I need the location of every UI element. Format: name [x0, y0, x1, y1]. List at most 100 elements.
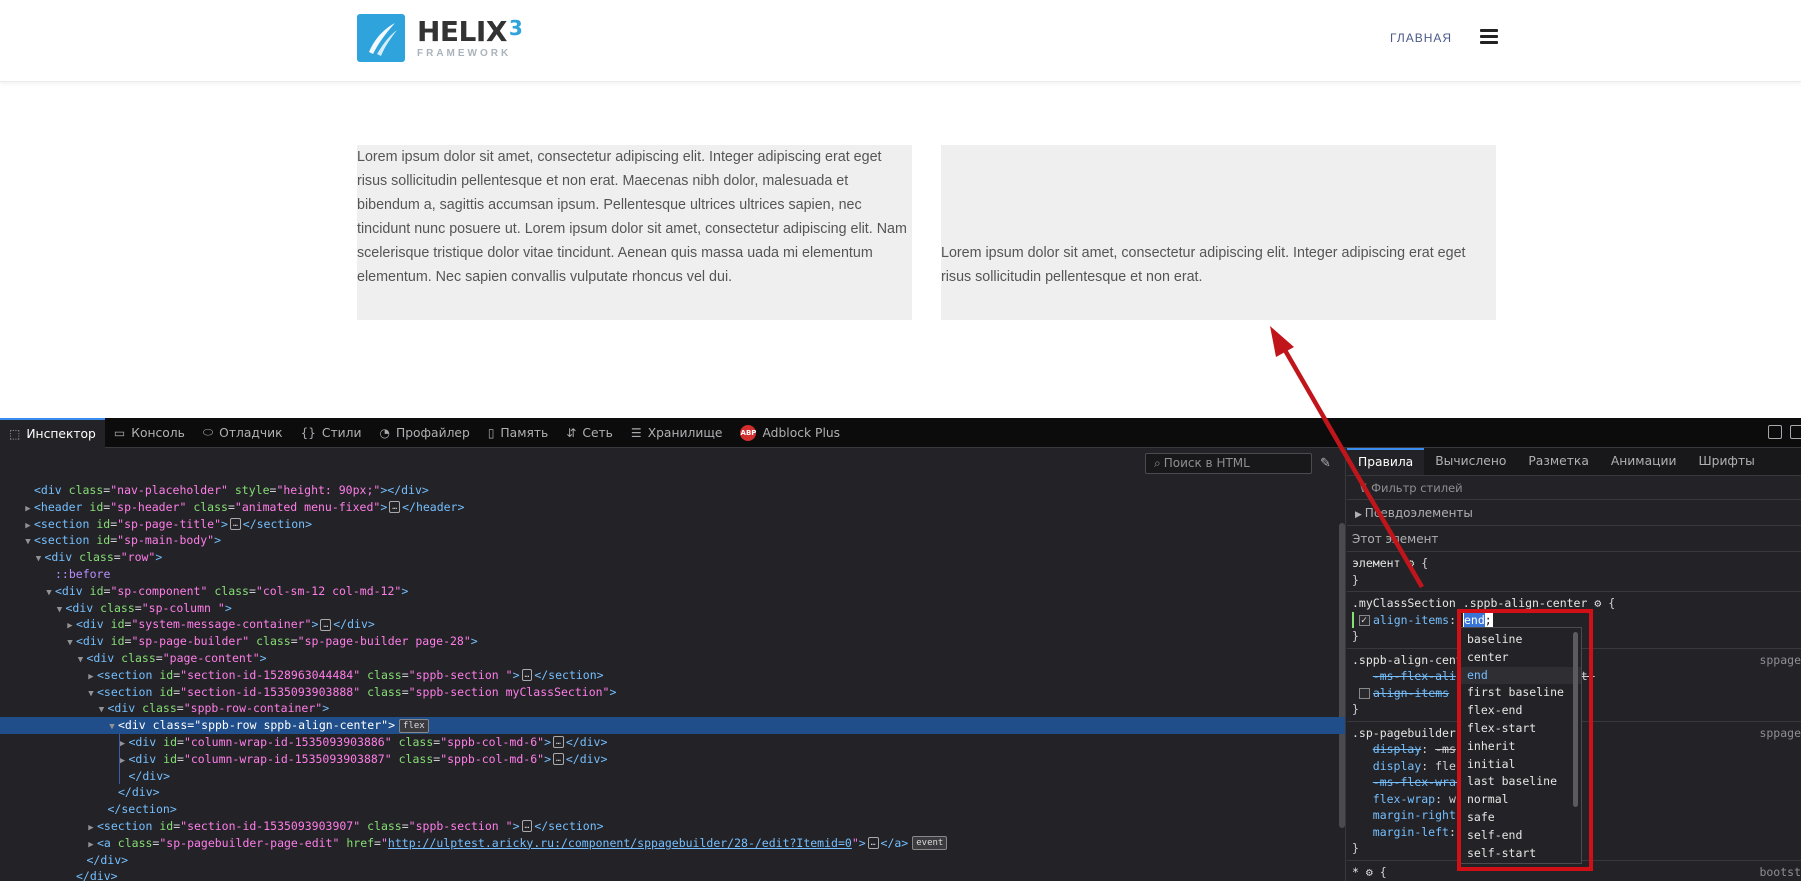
flex-badge[interactable]: flex	[399, 718, 429, 733]
gear-icon[interactable]: ⚙	[1366, 865, 1373, 879]
column-2-text: Lorem ipsum dolor sit amet, consectetur …	[941, 245, 1466, 285]
markup-node[interactable]: </div>	[0, 852, 1345, 869]
rule-selector[interactable]: .sppb-align-cent	[1352, 653, 1463, 667]
tab-storage[interactable]: ☰ Хранилище	[622, 418, 732, 448]
inspector-icon: ⬚	[9, 426, 21, 441]
tab-style-editor[interactable]: {} Стили	[292, 418, 371, 448]
markup-node[interactable]: ▼ <div class="sp-column ">	[0, 600, 1345, 617]
collapsed-indicator[interactable]: …	[229, 518, 241, 531]
rule-source[interactable]: bootst	[1759, 865, 1801, 879]
memory-icon: ▯	[487, 425, 495, 440]
markup-node[interactable]: ▼ <section id="sp-main-body">	[0, 532, 1345, 549]
markup-node[interactable]: ▶ <div id="system-message-container">… </d…	[0, 616, 1345, 633]
markup-node[interactable]: ▶ <div id="column-wrap-id-1535093903887" …	[0, 751, 1345, 768]
markup-node[interactable]: ▶ <section id="section-id-1528963044484" …	[0, 667, 1345, 684]
style-editor-icon: {}	[300, 425, 316, 440]
property-name[interactable]: align-items	[1373, 613, 1449, 627]
tab-network[interactable]: ⇵ Сеть	[557, 418, 622, 448]
tab-adblock-plus[interactable]: ABP Adblock Plus	[731, 418, 849, 448]
search-icon: ⌕	[1154, 456, 1161, 470]
logo-subtitle: FRAMEWORK	[417, 47, 512, 59]
this-element-heading: Этот элемент	[1347, 526, 1801, 552]
tab-fonts[interactable]: Шрифты	[1687, 448, 1765, 475]
annotation-highlight-box	[1457, 609, 1593, 871]
markup-node[interactable]: </section>	[0, 801, 1345, 818]
markup-node[interactable]: ▶ <a class="sp-pagebuilder-page-edit" hre…	[0, 835, 1345, 852]
dock-icon[interactable]	[1790, 425, 1801, 439]
pseudo-elements-toggle[interactable]: ▶ Псевдоэлементы	[1347, 500, 1801, 526]
markup-node[interactable]: ▼ <div class="row">	[0, 549, 1345, 566]
property-name[interactable]: align-items	[1373, 686, 1449, 700]
markup-node[interactable]: </div>	[0, 784, 1345, 801]
markup-node[interactable]: <div class="nav-placeholder" style="heig…	[0, 482, 1345, 499]
tree-guide-line	[119, 734, 120, 785]
collapsed-indicator[interactable]: …	[553, 736, 564, 749]
tab-layout[interactable]: Разметка	[1517, 448, 1599, 475]
collapsed-indicator[interactable]: …	[867, 837, 879, 850]
filter-icon: ⊽	[1359, 481, 1372, 495]
markup-node[interactable]: ::before	[0, 566, 1345, 583]
rules-tabs: Правила Вычислено Разметка Анимации Шриф…	[1347, 448, 1801, 476]
markup-node[interactable]: ▼ <div id="sp-component" class="col-sm-12…	[0, 583, 1345, 600]
chevron-right-icon: ▶	[1355, 510, 1365, 520]
adblock-icon: ABP	[740, 424, 757, 441]
helix-logo-icon	[357, 14, 405, 62]
collapsed-indicator[interactable]: …	[553, 753, 564, 766]
rule-source[interactable]: sppage	[1759, 726, 1801, 740]
collapsed-indicator[interactable]: …	[320, 618, 332, 631]
tab-rules[interactable]: Правила	[1347, 448, 1425, 475]
collapsed-indicator[interactable]: …	[389, 501, 401, 514]
markup-node[interactable]: ▶ <header id="sp-header" class="animated …	[0, 499, 1345, 516]
markup-node[interactable]: ▼ <section id="section-id-1535093903888" …	[0, 684, 1345, 701]
rule-source[interactable]: sppage	[1759, 653, 1801, 667]
content-column-1: Lorem ipsum dolor sit amet, consectetur …	[357, 145, 912, 320]
markup-node[interactable]: </div>	[0, 868, 1345, 881]
nav-home-link[interactable]: ГЛАВНАЯ	[1390, 31, 1452, 45]
property-name[interactable]: -ms-flex-ali	[1373, 669, 1456, 683]
rule-selector[interactable]: .sp-pagebuilder	[1352, 726, 1456, 740]
property-checkbox[interactable]	[1358, 687, 1370, 699]
markup-node[interactable]: </div>	[0, 768, 1345, 785]
rule-selector[interactable]: *	[1352, 865, 1359, 879]
markup-node[interactable]: ▼ <div id="sp-page-builder" class="sp-pag…	[0, 633, 1345, 650]
gear-icon[interactable]: ⚙	[1407, 556, 1414, 570]
console-icon: ▭	[113, 425, 126, 440]
debugger-icon: ⬭	[202, 425, 214, 439]
eyedropper-icon[interactable]: ✎	[1320, 456, 1331, 471]
property-checkbox[interactable]	[1358, 613, 1370, 629]
event-badge[interactable]: event	[912, 836, 948, 851]
tab-computed[interactable]: Вычислено	[1424, 448, 1517, 475]
markup-node[interactable]: ▶ <section id="sp-page-title">… </section>	[0, 516, 1345, 533]
devtools-toolbar: ⬚ Инспектор ▭ Консоль ⬭ Отладчик {} Стили ◔ П…	[0, 417, 1801, 448]
collapsed-indicator[interactable]: …	[521, 820, 533, 833]
collapsed-indicator[interactable]: …	[521, 669, 533, 682]
markup-node[interactable]: ▶ <div id="column-wrap-id-1535093903886" …	[0, 734, 1345, 751]
rule-element: элемент ⚙ { }	[1347, 552, 1801, 592]
markup-node[interactable]: ▶ <section id="section-id-1535093903907" …	[0, 818, 1345, 835]
site-logo[interactable]: HELIX 3 FRAMEWORK	[357, 14, 523, 62]
tab-inspector[interactable]: ⬚ Инспектор	[0, 417, 105, 448]
gear-icon[interactable]: ⚙	[1594, 596, 1601, 610]
storage-icon: ☰	[630, 425, 642, 440]
logo-title: HELIX	[417, 14, 507, 48]
tab-animations[interactable]: Анимации	[1600, 448, 1688, 475]
site-header: HELIX 3 FRAMEWORK ГЛАВНАЯ	[0, 0, 1801, 82]
markup-view: ⌕ Поиск в HTML ✎ <div class="nav-placehol…	[0, 448, 1346, 881]
logo-version: 3	[508, 15, 523, 40]
selected-markup-node[interactable]: ▼ <div class="sppb-row sppb-align-center"…	[0, 717, 1345, 734]
tab-console[interactable]: ▭ Консоль	[105, 418, 194, 448]
style-filter-input[interactable]: ⊽ Фильтр стилей	[1347, 476, 1801, 500]
network-icon: ⇵	[566, 425, 577, 440]
tab-memory[interactable]: ▯ Память	[479, 418, 557, 448]
tab-profiler[interactable]: ◔ Профайлер	[370, 418, 478, 448]
html-search-input[interactable]: ⌕ Поиск в HTML	[1145, 453, 1312, 474]
rule-selector: элемент	[1352, 556, 1401, 570]
rule-selector[interactable]: .myClassSection .sppb-align-center	[1352, 596, 1587, 610]
markup-node[interactable]: ▼ <div class="page-content">	[0, 650, 1345, 667]
split-console-icon[interactable]	[1768, 425, 1782, 439]
content-column-2: Lorem ipsum dolor sit amet, consectetur …	[941, 145, 1496, 320]
hamburger-menu-icon[interactable]	[1480, 29, 1498, 44]
changed-indicator	[1352, 611, 1354, 628]
markup-node[interactable]: ▼ <div class="sppb-row-container">	[0, 700, 1345, 717]
tab-debugger[interactable]: ⬭ Отладчик	[194, 418, 292, 448]
